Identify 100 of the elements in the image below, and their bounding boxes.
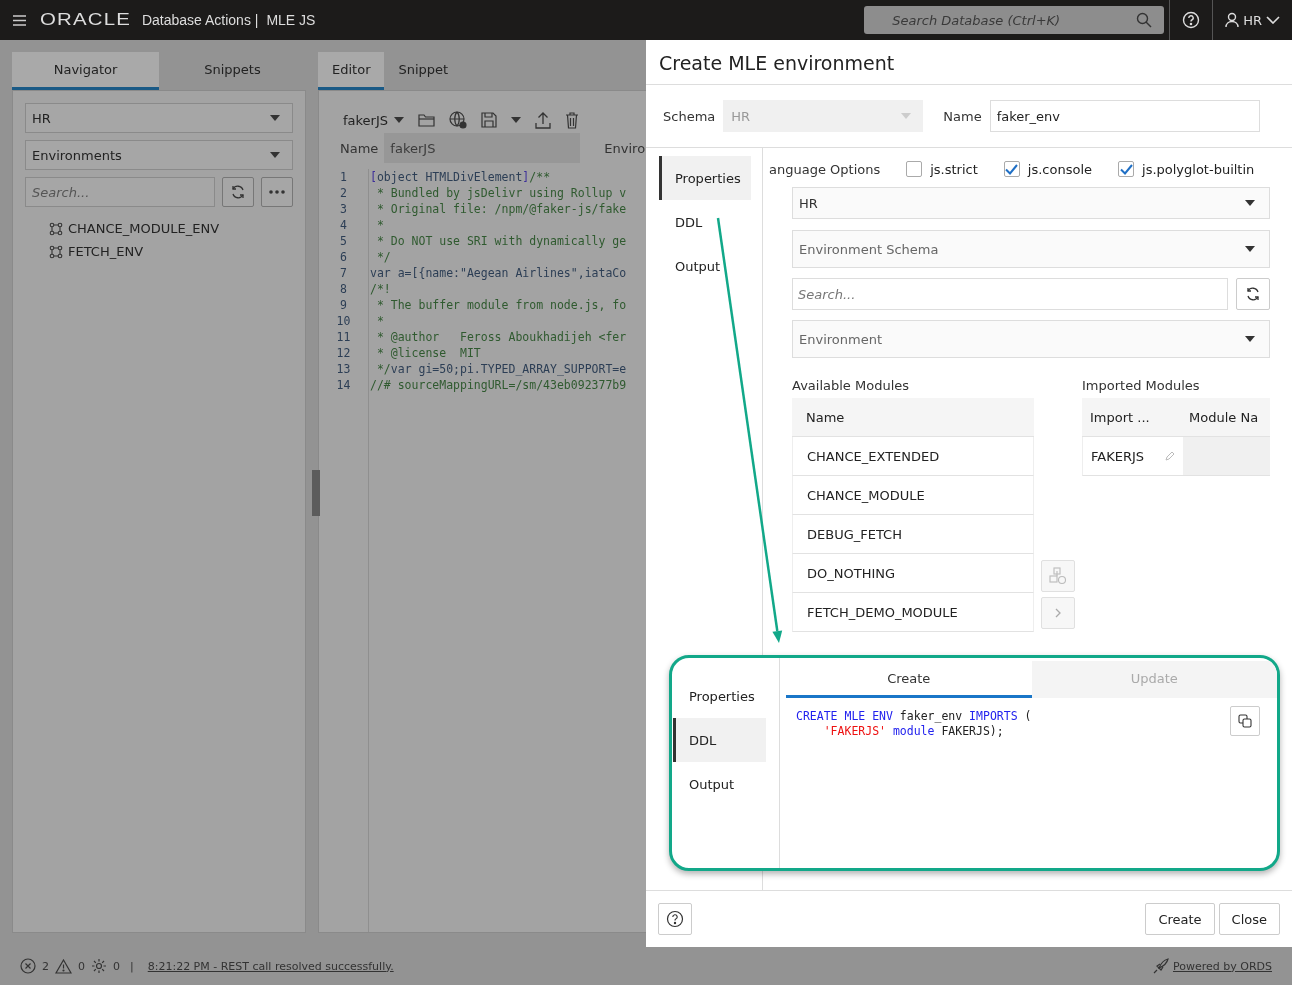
- error-count: 2: [42, 959, 49, 973]
- imported-modules-title: Imported Modules: [1082, 378, 1200, 393]
- check-icon: [1119, 163, 1133, 175]
- more-button[interactable]: [261, 177, 293, 207]
- line-number: 13: [335, 361, 352, 377]
- option-checkbox[interactable]: js.console: [1003, 161, 1092, 177]
- tree-item[interactable]: FETCH_ENV: [68, 244, 144, 259]
- schema-select[interactable]: HR: [25, 103, 293, 133]
- code-line: CREATE MLE ENV faker_env IMPORTS (: [796, 709, 1032, 724]
- environment-schema-select[interactable]: Environment Schema: [792, 230, 1270, 268]
- powered-by-link[interactable]: Powered by ORDS: [1173, 959, 1272, 973]
- editor-tab[interactable]: Snippet: [384, 52, 463, 90]
- code-line: */var gi=50;pi.TYPED_ARRAY_SUPPORT=e: [375, 361, 627, 377]
- refresh-button[interactable]: [222, 177, 254, 207]
- module-dropdown[interactable]: fakerJS: [343, 112, 405, 128]
- module-row[interactable]: CHANCE_EXTENDED: [792, 437, 1034, 476]
- caret-icon: [270, 115, 280, 121]
- rocket-icon: [1153, 958, 1169, 974]
- module-schema-select[interactable]: HR: [792, 187, 1270, 219]
- column-header: Module Na: [1183, 398, 1270, 437]
- side-tab[interactable]: DDL: [673, 718, 766, 762]
- module-row[interactable]: DO_NOTHING: [792, 554, 1034, 593]
- splitter-handle[interactable]: [312, 470, 320, 516]
- folder-icon[interactable]: [418, 113, 436, 127]
- line-number: 14: [335, 377, 352, 393]
- line-number: 5: [339, 233, 348, 249]
- caret-icon: [511, 117, 522, 123]
- line-number: 2: [339, 185, 348, 201]
- more-icon: [269, 190, 285, 194]
- code-line: * Original file: /npm/@faker-js/fake: [375, 201, 627, 217]
- dialog-title: Create MLE environment: [658, 51, 896, 76]
- environment-icon: [49, 244, 63, 259]
- code-line: */: [375, 249, 391, 265]
- status-message-link[interactable]: 8:21:22 PM - REST call resolved successfully.: [147, 959, 394, 973]
- refresh-button[interactable]: [1236, 278, 1270, 310]
- side-tab[interactable]: Properties: [659, 156, 751, 200]
- editor-tab[interactable]: Editor: [318, 52, 385, 90]
- error-icon: [20, 958, 36, 974]
- environment-select[interactable]: Environment: [792, 320, 1270, 358]
- user-icon: [1225, 12, 1240, 28]
- copy-icon: [1238, 714, 1252, 728]
- caret-icon: [901, 113, 912, 119]
- line-number: 8: [339, 281, 348, 297]
- side-tab[interactable]: Output: [659, 244, 751, 288]
- task-count: 0: [113, 959, 120, 973]
- chevron-icon: [1266, 16, 1280, 24]
- environment-label: Enviro: [604, 140, 646, 156]
- caret-icon: [270, 152, 280, 158]
- module-row[interactable]: FETCH_DEMO_MODULE: [792, 593, 1034, 632]
- line-number: 7: [339, 265, 348, 281]
- dialog-button[interactable]: Close: [1218, 903, 1280, 935]
- code-line: *: [375, 313, 384, 329]
- caret-icon: [394, 117, 405, 123]
- language-options-label: anguage Options: [769, 161, 881, 177]
- product-title: Database Actions |: [141, 12, 259, 28]
- panel-tab[interactable]: Navigator: [12, 52, 159, 90]
- refresh-icon: [230, 184, 246, 200]
- module-row[interactable]: DEBUG_FETCH: [792, 515, 1034, 554]
- pencil-icon: [1165, 451, 1175, 461]
- module-search-field[interactable]: Search...: [792, 278, 1228, 310]
- code-line: * Bundled by jsDelivr using Rollup v: [375, 185, 627, 201]
- object-type-select[interactable]: Environments: [25, 140, 293, 170]
- code-line: var a=[{name:"Aegean Airlines",iataCo: [370, 265, 627, 281]
- dialog-button[interactable]: Create: [1145, 903, 1215, 935]
- help-icon: [666, 910, 684, 928]
- tree-item[interactable]: CHANCE_MODULE_ENV: [68, 221, 220, 236]
- search-field[interactable]: Search...: [25, 177, 215, 207]
- line-number: 4: [339, 217, 348, 233]
- upload-icon[interactable]: [535, 111, 552, 129]
- separator: |: [130, 959, 134, 973]
- save-icon[interactable]: [481, 112, 498, 128]
- brand-logo: ORACLE: [40, 10, 132, 30]
- environment-icon: [49, 221, 63, 236]
- copy-button[interactable]: [1230, 706, 1260, 736]
- code-line: * @author Feross Aboukhadijeh <fer: [375, 329, 627, 345]
- side-tab[interactable]: Output: [673, 762, 766, 806]
- option-checkbox[interactable]: js.strict: [906, 161, 978, 177]
- line-number: 6: [339, 249, 348, 265]
- code-line: /*!: [370, 281, 391, 297]
- check-icon: [1005, 163, 1019, 175]
- side-tab[interactable]: Properties: [673, 674, 766, 718]
- side-tab[interactable]: DDL: [659, 200, 751, 244]
- panel-tab[interactable]: Snippets: [159, 52, 306, 90]
- line-number: 1: [339, 169, 348, 185]
- option-checkbox[interactable]: js.polyglot-builtin: [1118, 161, 1255, 177]
- search-field[interactable]: Search Database (Ctrl+K): [864, 6, 1165, 34]
- globe-icon[interactable]: [449, 111, 468, 129]
- code-line: 'FAKERJS' module FAKERJS);: [822, 724, 1004, 739]
- trash-icon[interactable]: [565, 111, 580, 129]
- line-number: 9: [339, 297, 348, 313]
- name-field[interactable]: faker_env: [989, 100, 1260, 132]
- caret-icon: [1245, 200, 1255, 206]
- menu-icon[interactable]: [13, 14, 26, 26]
- line-number: 3: [339, 201, 348, 217]
- code-line: * @license MIT: [375, 345, 481, 361]
- module-row[interactable]: CHANCE_MODULE: [792, 476, 1034, 515]
- code-line: [object HTMLDivElement]/**: [370, 169, 551, 185]
- column-header: Name: [792, 398, 1034, 437]
- caret-icon: [1245, 246, 1255, 252]
- gear-icon: [91, 958, 107, 974]
